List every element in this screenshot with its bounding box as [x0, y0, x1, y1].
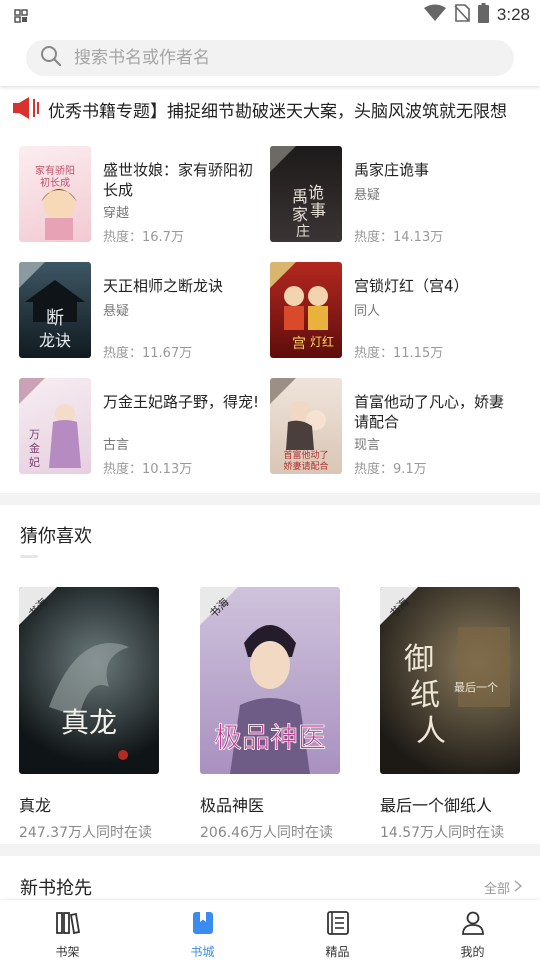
nav-label: 书架	[55, 945, 80, 959]
book-readers: 247.37万人同时在读	[19, 825, 152, 841]
book-cover: 万 金 妃	[19, 378, 91, 474]
book-cover: 书海 极品神医	[200, 587, 340, 774]
book-title: 盛世妆娘：家有骄阳初长成	[103, 161, 254, 199]
svg-text:极品神医: 极品神医	[214, 721, 326, 754]
featured-book-item[interactable]: 禹 诡 家 事 庄 禹家庄诡事 悬疑 热度：14.13万	[270, 146, 520, 246]
guess-book-item[interactable]: 书海 真龙 真龙 247.37万人同时在读	[19, 587, 161, 842]
svg-text:万: 万	[29, 428, 40, 441]
svg-text:最后一个: 最后一个	[454, 681, 498, 694]
svg-text:初长成: 初长成	[40, 176, 70, 189]
battery-icon	[477, 3, 489, 27]
book-title: 天正相师之断龙诀	[103, 277, 224, 295]
nav-bookshelf[interactable]: 书架	[0, 900, 135, 960]
book-heat: 热度：14.13万	[354, 230, 444, 245]
svg-text:真龙: 真龙	[61, 706, 117, 739]
notification-icon	[14, 8, 28, 27]
nav-bookstore[interactable]: 书城	[135, 900, 270, 960]
svg-text:禹: 禹	[292, 187, 308, 206]
status-bar: 3:28	[0, 0, 540, 30]
view-all-label: 全部	[483, 882, 510, 897]
speaker-icon	[12, 96, 42, 124]
book-cover: 首富他动了 娇妻请配合	[270, 378, 342, 474]
svg-text:龙诀: 龙诀	[39, 331, 71, 350]
svg-text:纸: 纸	[410, 678, 440, 713]
book-heat: 热度：9.1万	[354, 462, 427, 477]
notice-text: 优秀书籍专题】捕捉细节勘破迷天大案，头脑风波筑就无限想	[48, 102, 507, 122]
svg-text:妃: 妃	[29, 455, 40, 469]
book-title: 首富他动了凡心，娇妻请配合	[354, 393, 505, 431]
no-sim-icon	[454, 4, 470, 26]
book-category: 同人	[354, 304, 381, 319]
featured-book-item[interactable]: 万 金 妃 万金王妃路子野，得宠! 古言 热度：10.13万	[19, 378, 269, 478]
book-heat: 热度：11.67万	[103, 346, 193, 361]
featured-book-item[interactable]: 首富他动了 娇妻请配合 首富他动了凡心，娇妻请配合 现言 热度：9.1万	[270, 378, 520, 478]
svg-text:娇妻请配合: 娇妻请配合	[283, 460, 328, 472]
featured-book-item[interactable]: 家有骄阳 初长成 盛世妆娘：家有骄阳初长成 穿越 热度：16.7万	[19, 146, 269, 246]
svg-text:首富他动了: 首富他动了	[283, 449, 328, 461]
book-title: 宫锁灯红（宫4）	[354, 277, 469, 295]
featured-book-item[interactable]: 断 龙诀 天正相师之断龙诀 悬疑 热度：11.67万	[19, 262, 269, 362]
notice-bar[interactable]: 优秀书籍专题】捕捉细节勘破迷天大案，头脑风波筑就无限想	[0, 88, 540, 128]
book-heat: 热度：11.15万	[354, 346, 444, 361]
search-box[interactable]	[26, 40, 514, 76]
section-underline	[20, 555, 38, 558]
book-title: 极品神医	[200, 796, 265, 815]
section-divider	[0, 844, 540, 856]
svg-text:灯红: 灯红	[310, 334, 334, 349]
book-cover: 断 龙诀	[19, 262, 91, 358]
nav-label: 我的	[460, 945, 485, 959]
svg-text:金: 金	[29, 441, 40, 455]
search-bar	[0, 30, 540, 86]
book-category: 现言	[354, 438, 381, 453]
wifi-icon	[423, 4, 446, 26]
book-readers: 206.46万人同时在读	[200, 825, 333, 841]
book-cover: 宫 灯红	[270, 262, 342, 358]
guess-book-item[interactable]: 书海 极品神医 极品神医 206.46万人同时在读	[200, 587, 342, 842]
svg-text:人: 人	[416, 714, 446, 749]
guess-section-title: 猜你喜欢	[20, 526, 92, 547]
book-category: 古言	[103, 438, 130, 453]
svg-text:家有骄阳: 家有骄阳	[35, 164, 75, 177]
bookstore-icon	[191, 911, 215, 939]
new-books-section-title: 新书抢先	[20, 878, 92, 899]
book-cover: 家有骄阳 初长成	[19, 146, 91, 242]
book-title: 禹家庄诡事	[354, 161, 430, 179]
svg-text:御: 御	[404, 642, 434, 677]
search-input[interactable]	[74, 48, 474, 68]
svg-text:事: 事	[310, 201, 326, 220]
svg-text:宫: 宫	[292, 336, 306, 352]
user-icon	[461, 911, 485, 939]
book-list-icon	[326, 911, 350, 939]
book-cover: 禹 诡 家 事 庄	[270, 146, 342, 242]
nav-premium[interactable]: 精品	[270, 900, 405, 960]
status-time: 3:28	[496, 5, 530, 24]
nav-label: 精品	[325, 945, 350, 959]
book-category: 悬疑	[354, 188, 381, 203]
book-cover: 书海 御 纸 人 最后一个	[380, 587, 520, 774]
bottom-nav: 书架 书城 精品 我的	[0, 900, 540, 960]
guess-book-item[interactable]: 书海 御 纸 人 最后一个 最后一个御纸人 14.57万人同时在读	[380, 587, 522, 842]
nav-profile[interactable]: 我的	[405, 900, 540, 960]
featured-book-item[interactable]: 宫 灯红 宫锁灯红（宫4） 同人 热度：11.15万	[270, 262, 520, 362]
book-cover: 书海 真龙	[19, 587, 159, 774]
svg-text:诡: 诡	[308, 183, 324, 202]
search-icon	[26, 45, 62, 71]
svg-text:庄: 庄	[296, 223, 310, 240]
chevron-right-icon	[514, 879, 523, 896]
svg-text:断: 断	[46, 308, 64, 329]
book-heat: 热度：10.13万	[103, 462, 193, 477]
book-title: 真龙	[19, 796, 52, 815]
bookshelf-icon	[55, 911, 81, 939]
section-divider	[0, 493, 540, 505]
book-title: 万金王妃路子野，得宠!	[103, 393, 260, 411]
view-all-link[interactable]: 全部	[483, 878, 523, 897]
nav-label: 书城	[190, 945, 215, 959]
book-category: 穿越	[103, 206, 130, 221]
svg-text:家: 家	[292, 205, 308, 224]
book-heat: 热度：16.7万	[103, 230, 184, 245]
book-title: 最后一个御纸人	[380, 796, 493, 815]
book-readers: 14.57万人同时在读	[380, 825, 505, 841]
book-category: 悬疑	[103, 304, 130, 319]
